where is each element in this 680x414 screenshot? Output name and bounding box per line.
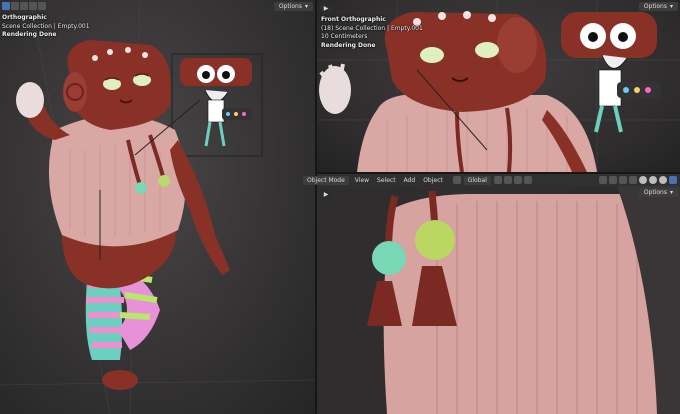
menu-add[interactable]: Add xyxy=(400,177,420,184)
options-button-top-right[interactable]: Options ▾ xyxy=(638,2,678,11)
viewport-header-bottom-right: Object Mode View Select Add Object Globa… xyxy=(303,174,680,186)
select-subtract-icon[interactable] xyxy=(20,2,28,10)
snap-icon[interactable] xyxy=(503,176,512,184)
collection-label: Scene Collection | Empty.001 xyxy=(2,22,90,30)
viewport-left[interactable]: Options ▾ Orthographic Scene Collection … xyxy=(0,0,315,414)
select-invert-icon[interactable] xyxy=(29,2,37,10)
select-box-icon[interactable] xyxy=(2,2,10,10)
gizmo-icon[interactable] xyxy=(609,176,617,184)
proportional-edit-icon[interactable] xyxy=(513,176,522,184)
play-icon[interactable]: ▶ xyxy=(320,3,332,13)
options-button-left[interactable]: Options ▾ xyxy=(273,2,313,11)
collection-label: (18) Scene Collection | Empty.001 xyxy=(321,24,423,32)
character-render-left xyxy=(0,0,315,414)
xray-icon[interactable] xyxy=(629,176,637,184)
view-name: Front Orthographic xyxy=(321,16,386,23)
options-button-bottom-right[interactable]: Options ▾ xyxy=(638,188,678,197)
viewport-info-left: Orthographic Scene Collection | Empty.00… xyxy=(2,14,90,40)
character-render-closeup xyxy=(317,186,680,414)
pivot-icon[interactable] xyxy=(493,176,502,184)
visibility-icon[interactable] xyxy=(599,176,607,184)
view-name: Orthographic xyxy=(2,14,47,21)
play-icon[interactable]: ▶ xyxy=(320,189,332,199)
overlay-icon[interactable] xyxy=(619,176,627,184)
menu-select[interactable]: Select xyxy=(373,177,400,184)
transform-orientation-icon xyxy=(452,176,461,184)
mode-dropdown[interactable]: Object Mode xyxy=(303,175,349,185)
chevron-down-icon: ▾ xyxy=(669,3,673,10)
shading-wireframe-icon[interactable] xyxy=(639,176,647,184)
viewport-info-top-right: Front Orthographic (18) Scene Collection… xyxy=(321,16,423,50)
falloff-icon[interactable] xyxy=(523,176,532,184)
select-extend-icon[interactable] xyxy=(11,2,19,10)
menu-object[interactable]: Object xyxy=(419,177,447,184)
scale-label: 10 Centimeters xyxy=(321,33,368,40)
chevron-down-icon: ▾ xyxy=(304,3,308,10)
left-header-buttons[interactable] xyxy=(2,2,46,10)
viewport-bottom-right[interactable]: ▶ Options ▾ xyxy=(317,186,680,414)
orientation-dropdown[interactable]: Global xyxy=(463,175,491,185)
shading-solid-icon[interactable] xyxy=(649,176,657,184)
shading-material-icon[interactable] xyxy=(659,176,667,184)
menu-view[interactable]: View xyxy=(351,177,373,184)
render-status: Rendering Done xyxy=(321,41,376,49)
select-intersect-icon[interactable] xyxy=(38,2,46,10)
shading-rendered-icon[interactable] xyxy=(669,176,677,184)
render-status: Rendering Done xyxy=(2,31,57,38)
viewport-top-right[interactable]: ▶ Options ▾ Front Orthographic (18) Scen… xyxy=(317,0,680,172)
chevron-down-icon: ▾ xyxy=(669,189,673,196)
